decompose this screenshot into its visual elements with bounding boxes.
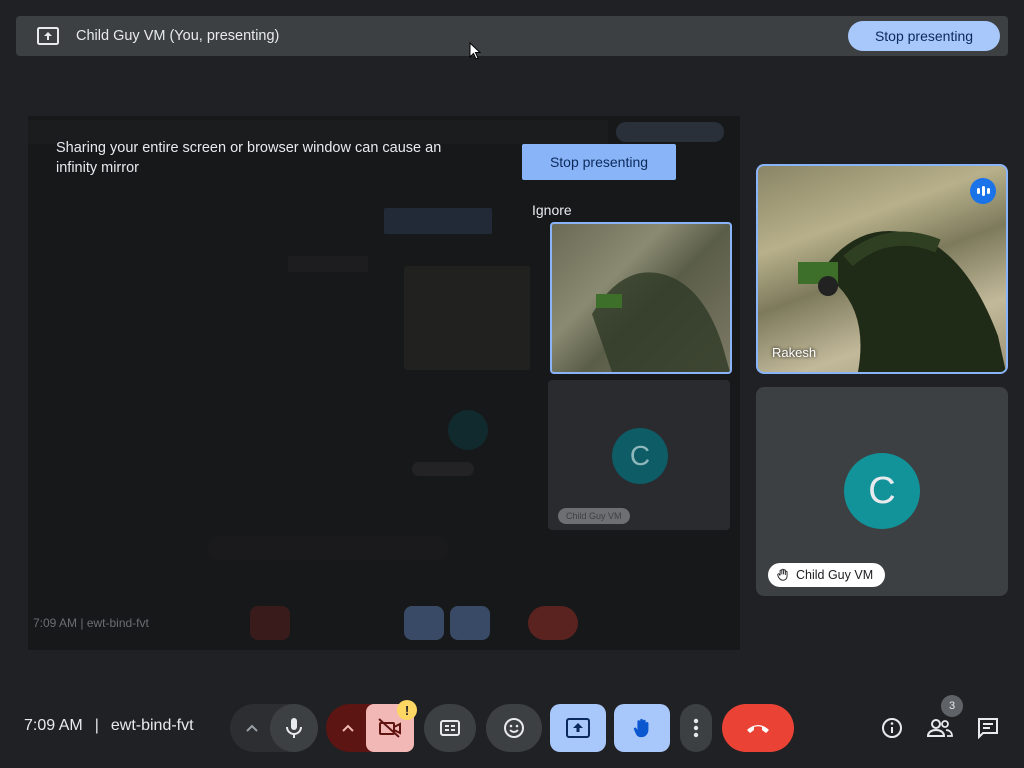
microphone-button[interactable] <box>270 704 318 752</box>
present-screen-icon <box>566 718 590 738</box>
shared-screen-preview: Sharing your entire screen or browser wi… <box>28 116 740 650</box>
camera-warning-icon: ! <box>397 700 417 720</box>
present-now-button[interactable] <box>550 704 606 752</box>
infinity-mirror-warning: Sharing your entire screen or browser wi… <box>56 140 442 176</box>
ghost-video <box>404 266 530 370</box>
closed-captions-icon <box>440 720 460 736</box>
participant-tile-rakesh[interactable]: Rakesh <box>756 164 1008 374</box>
inner-control-bar: 7:09 AM | ewt-bind-fvt <box>28 606 740 646</box>
meeting-time: 7:09 AM <box>24 717 83 734</box>
ghost-avatar <box>448 410 488 450</box>
participant-name: Rakesh <box>772 345 817 360</box>
captions-button[interactable] <box>424 704 476 752</box>
inner-avatar: C <box>612 428 668 484</box>
avatar: C <box>844 453 920 529</box>
raised-hand-icon <box>777 568 788 581</box>
mic-options-button[interactable] <box>230 704 274 752</box>
meeting-info: 7:09 AM | ewt-bind-fvt <box>24 717 194 735</box>
participant-name: Child Guy VM <box>796 568 874 582</box>
camera-options-button[interactable] <box>326 704 370 752</box>
inner-video-tile <box>550 222 732 374</box>
camera-off-icon <box>378 718 401 738</box>
participant-name-chip: Child Guy VM <box>768 563 886 587</box>
info-icon <box>882 718 902 738</box>
rakesh-video-frame <box>798 231 1006 372</box>
microphone-icon <box>286 718 302 738</box>
chevron-up-icon <box>246 724 258 732</box>
leave-call-button[interactable] <box>722 704 794 752</box>
more-options-button[interactable] <box>680 704 712 752</box>
meeting-control-bar: 7:09 AM | ewt-bind-fvt ! 3 <box>0 695 1024 756</box>
present-screen-icon <box>34 22 62 50</box>
raise-hand-button[interactable] <box>614 704 670 752</box>
meeting-code: ewt-bind-fvt <box>110 717 194 734</box>
inner-meeting-info: 7:09 AM | ewt-bind-fvt <box>33 616 149 630</box>
inner-present-control <box>404 606 444 640</box>
separator: | <box>94 717 99 734</box>
stop-presenting-button[interactable]: Stop presenting <box>848 21 1000 51</box>
banner-title: Child Guy VM (You, presenting) <box>76 28 280 44</box>
inner-hand-control <box>450 606 490 640</box>
raised-hand-icon <box>633 718 649 738</box>
people-count-badge: 3 <box>941 695 963 717</box>
inner-video-frame <box>592 272 730 372</box>
reactions-button[interactable] <box>486 704 542 752</box>
presenting-banner: Child Guy VM (You, presenting) Stop pres… <box>16 16 1008 56</box>
end-call-icon <box>747 725 769 733</box>
ghost-block <box>288 256 368 272</box>
chat-button[interactable] <box>968 708 1008 748</box>
mouse-cursor-icon <box>469 42 481 60</box>
inner-name-chip: Child Guy VM <box>558 508 630 524</box>
meeting-details-button[interactable] <box>872 708 912 748</box>
ghost-inner-stop <box>384 208 492 234</box>
people-icon <box>927 719 953 737</box>
inner-end-call-control <box>528 606 578 640</box>
participant-tile-child-guy-vm[interactable]: C Child Guy VM <box>756 387 1008 596</box>
ghost-controls <box>208 536 448 560</box>
emoji-icon <box>504 718 524 738</box>
speaking-indicator-icon <box>970 178 996 204</box>
ignore-button: Ignore <box>532 202 572 218</box>
chat-icon <box>978 718 998 739</box>
more-vert-icon <box>693 718 699 738</box>
inner-stop-presenting-button: Stop presenting <box>522 144 676 180</box>
ghost-chip <box>412 462 474 476</box>
inner-camera-control <box>250 606 290 640</box>
ghost-stop-button <box>616 122 724 142</box>
chevron-up-icon <box>342 724 354 732</box>
inner-participant-tile: C Child Guy VM <box>548 380 730 530</box>
